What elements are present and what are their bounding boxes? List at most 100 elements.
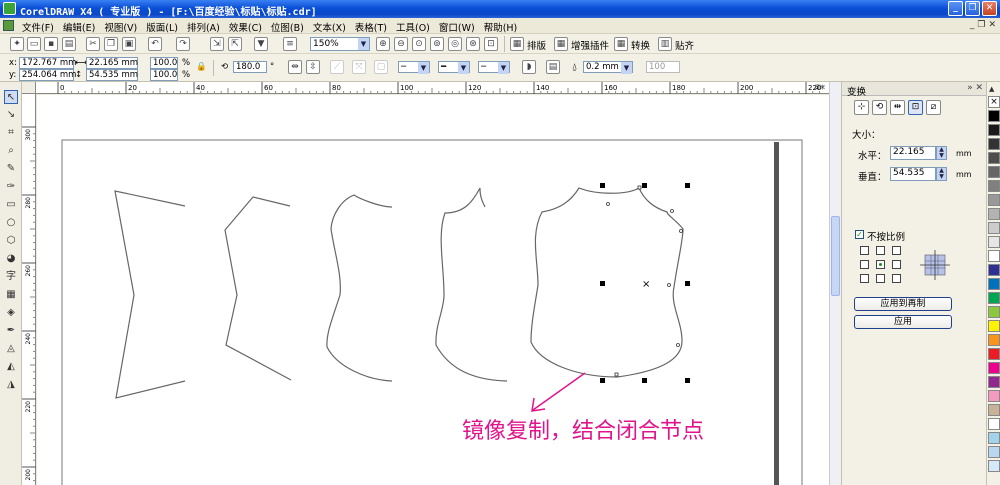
minimize-button[interactable]: _	[948, 1, 963, 16]
node[interactable]	[676, 343, 680, 347]
anchor-top-left[interactable]	[860, 246, 869, 255]
zoom-height-icon[interactable]: ⊡	[484, 37, 498, 51]
color-swatch[interactable]	[988, 250, 1000, 262]
close-button[interactable]: ✕	[982, 1, 997, 16]
vertical-ruler[interactable]: 300 280 260 240 220 200	[22, 94, 36, 485]
handle-top-left[interactable]	[600, 183, 605, 188]
eyedropper-tool-icon[interactable]: ✒	[4, 324, 18, 338]
center-marker-icon[interactable]: ×	[642, 279, 650, 290]
color-swatch[interactable]	[988, 166, 1000, 178]
menu-file[interactable]: 文件(F)	[22, 20, 54, 34]
rotation-angle-field[interactable]: 180.0	[233, 61, 267, 73]
start-arrowhead-select[interactable]: ─ ▼	[398, 61, 430, 74]
color-swatch[interactable]	[988, 152, 1000, 164]
anchor-middle-right[interactable]	[892, 260, 901, 269]
color-swatch[interactable]	[988, 460, 1000, 472]
position-tab-icon[interactable]: ⊹	[854, 100, 869, 115]
object-width-field[interactable]: 22.165 mm	[86, 57, 138, 69]
anchor-bottom-right[interactable]	[892, 274, 901, 283]
convert-icon[interactable]: ▦	[614, 37, 628, 51]
color-swatch[interactable]	[988, 418, 1000, 430]
color-swatch[interactable]	[988, 306, 1000, 318]
drawing-canvas[interactable]: × 镜像复制，结合闭合节点	[37, 95, 829, 485]
handle-middle-right[interactable]	[685, 281, 690, 286]
extract-subpath-icon[interactable]: ⤧	[352, 60, 366, 74]
anchor-bottom-left[interactable]	[860, 274, 869, 283]
menu-window[interactable]: 窗口(W)	[439, 20, 475, 34]
scale-mirror-tab-icon[interactable]: ⇹	[890, 100, 905, 115]
node[interactable]	[606, 202, 610, 206]
zoom-out-icon[interactable]: ⊖	[394, 37, 408, 51]
color-swatch[interactable]	[988, 264, 1000, 276]
skew-tab-icon[interactable]: ⧄	[926, 100, 941, 115]
doc-minimize-button[interactable]: _	[970, 20, 975, 30]
end-arrowhead-select[interactable]: ─ ▼	[478, 61, 510, 74]
node[interactable]	[679, 229, 683, 233]
anchor-top-right[interactable]	[892, 246, 901, 255]
handle-top-right[interactable]	[685, 183, 690, 188]
menu-bitmaps[interactable]: 位图(B)	[271, 20, 304, 34]
node[interactable]	[670, 209, 674, 213]
vertical-size-input[interactable]: 54.535	[890, 167, 936, 181]
convert-button[interactable]: 转换	[631, 38, 650, 52]
zoom-all-icon[interactable]: ⊚	[430, 37, 444, 51]
snap-icon[interactable]: ▥	[658, 37, 672, 51]
color-swatch[interactable]	[988, 376, 1000, 388]
polygon-tool-icon[interactable]: ⬡	[4, 234, 18, 248]
layout-icon[interactable]: ▦	[510, 37, 524, 51]
node[interactable]	[667, 283, 671, 287]
menu-text[interactable]: 文本(X)	[313, 20, 346, 34]
interactive-blend-tool-icon[interactable]: ◈	[4, 306, 18, 320]
menu-edit[interactable]: 编辑(E)	[63, 20, 95, 34]
paste-icon[interactable]: ▣	[122, 37, 136, 51]
doc-close-button[interactable]: ✕	[988, 20, 996, 30]
smart-fill-tool-icon[interactable]: ✑	[4, 180, 18, 194]
color-swatch[interactable]	[988, 334, 1000, 346]
docker-controls[interactable]: » ✕	[967, 83, 983, 93]
zoom-width-icon[interactable]: ⊛	[466, 37, 480, 51]
smoothing-field[interactable]: 100	[646, 61, 680, 73]
zoom-level-select[interactable]: 150% ▼	[310, 37, 370, 51]
color-swatch[interactable]	[988, 320, 1000, 332]
layout-button[interactable]: 排版	[527, 38, 546, 52]
pick-tool-icon[interactable]: ↖	[4, 90, 18, 104]
restore-button[interactable]: ❐	[965, 1, 980, 16]
zoom-page-icon[interactable]: ◎	[448, 37, 462, 51]
doc-restore-button[interactable]: ❐	[977, 20, 985, 30]
table-tool-icon[interactable]: ▦	[4, 288, 18, 302]
anchor-top-center[interactable]	[876, 246, 885, 255]
y-position-field[interactable]: 254.064 mm	[19, 69, 76, 81]
zoom-selected-icon[interactable]: ⊙	[412, 37, 426, 51]
rectangle-tool-icon[interactable]: ▭	[4, 198, 18, 212]
mirror-horizontal-icon[interactable]: ⇹	[288, 60, 302, 74]
menu-arrange[interactable]: 排列(A)	[187, 20, 220, 34]
new-document-icon[interactable]: ✦	[10, 37, 24, 51]
palette-scroll-up-icon[interactable]: ▲	[989, 85, 994, 93]
color-swatch[interactable]	[988, 194, 1000, 206]
menu-tools[interactable]: 工具(O)	[396, 20, 430, 34]
object-height-field[interactable]: 54.535 mm	[86, 69, 138, 81]
crop-tool-icon[interactable]: ⌗	[4, 126, 18, 140]
vertical-spinner[interactable]: ▲ ▼	[936, 167, 947, 181]
reverse-direction-icon[interactable]: ◗	[522, 60, 536, 74]
handle-bottom-left[interactable]	[600, 378, 605, 383]
text-tool-icon[interactable]: 字	[4, 270, 18, 284]
handle-top-center[interactable]	[642, 183, 647, 188]
line-style-select[interactable]: ━ ▼	[438, 61, 470, 74]
save-icon[interactable]: ▪	[44, 37, 58, 51]
welcome-screen-icon[interactable]: ≡	[283, 37, 297, 51]
auto-close-icon[interactable]: ▢	[374, 60, 388, 74]
menu-view[interactable]: 视图(V)	[104, 20, 137, 34]
basic-shapes-tool-icon[interactable]: ◕	[4, 252, 18, 266]
color-swatch[interactable]	[988, 278, 1000, 290]
zoom-tool-icon[interactable]: ⌕	[4, 144, 18, 158]
cut-icon[interactable]: ✂	[86, 37, 100, 51]
horizontal-ruler[interactable]: 0 20 40 60 80 100 120 140 160 180 200 220 毫米	[36, 82, 829, 94]
scale-y-field[interactable]: 100.0	[150, 69, 178, 81]
color-swatch[interactable]	[988, 124, 1000, 136]
plugin-icon[interactable]: ▦	[554, 37, 568, 51]
color-swatch[interactable]	[988, 110, 1000, 122]
color-swatch[interactable]	[988, 446, 1000, 458]
color-swatch[interactable]	[988, 236, 1000, 248]
color-swatch[interactable]	[988, 432, 1000, 444]
